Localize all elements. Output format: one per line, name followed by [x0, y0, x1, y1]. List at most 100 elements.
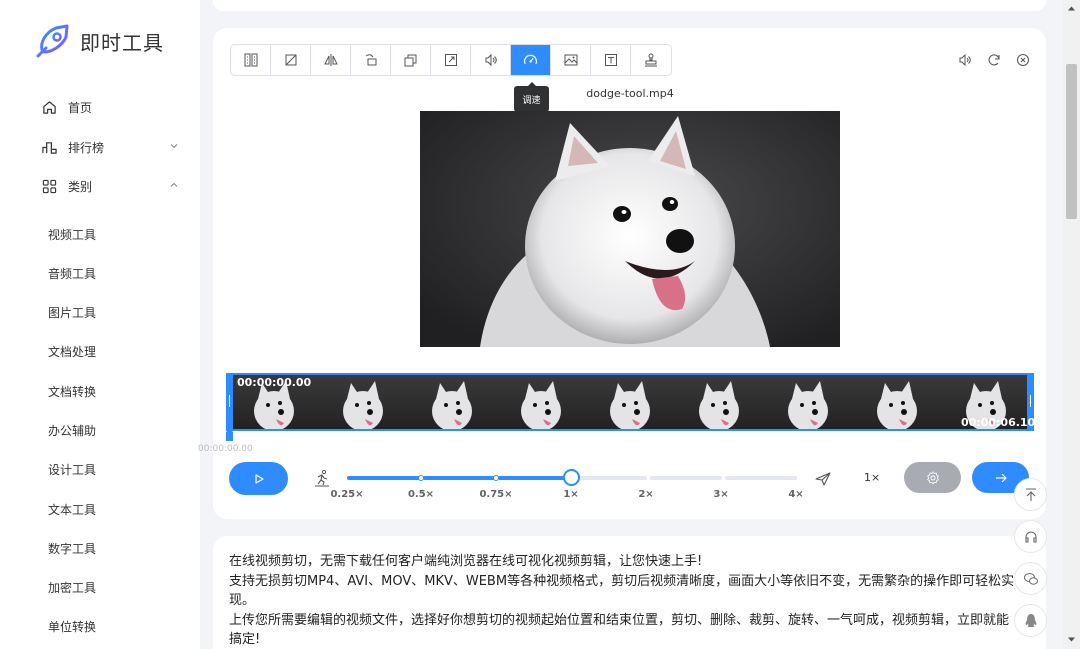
resize-icon	[404, 54, 416, 67]
customer-service-button[interactable]	[1014, 520, 1047, 553]
split-tool-button[interactable]	[231, 45, 271, 75]
category-item-encryption-tools[interactable]: 加密工具	[48, 579, 96, 596]
video-timeline[interactable]	[226, 373, 1034, 431]
close-icon[interactable]	[1015, 52, 1031, 68]
back-to-top-icon	[1025, 487, 1036, 501]
rocket-logo-icon	[36, 24, 69, 58]
rotate-tool-button[interactable]	[351, 45, 391, 75]
export-icon	[444, 54, 457, 66]
speed-option-label[interactable]: 2×	[638, 489, 653, 500]
app-title: 即时工具	[80, 30, 164, 55]
resize-tool-button[interactable]	[391, 45, 431, 75]
speed-segment	[498, 476, 572, 480]
ranking-icon	[40, 138, 58, 156]
play-icon	[254, 473, 264, 484]
category-item-unit-conversion[interactable]: 单位转换	[48, 618, 96, 635]
description-line: 上传您所需要编辑的视频文件，选择好你想剪切的视频起始位置和结束位置，剪切、删除、…	[229, 612, 1010, 648]
current-speed-readout: 1×	[864, 471, 881, 484]
timeline-frame	[406, 375, 495, 429]
image-icon	[564, 54, 577, 66]
speed-tool-button[interactable]	[511, 45, 551, 75]
volume-tool-button[interactable]	[471, 45, 511, 75]
sidebar: 即时工具 首页 排行榜 类别 视频工具 音频工具 图片工具 文档处理 文档转换 …	[0, 0, 200, 649]
timeline-frame	[584, 375, 673, 429]
timeline-frame	[851, 375, 940, 429]
scroll-down-arrow-icon[interactable]	[1067, 635, 1076, 644]
category-item-number-tools[interactable]: 数字工具	[48, 540, 96, 557]
nav-item-category[interactable]: 类别	[40, 172, 185, 200]
stamp-icon	[645, 53, 657, 67]
refresh-icon[interactable]	[986, 52, 1002, 68]
speed-stop	[418, 475, 424, 481]
speed-option-label[interactable]: 3×	[713, 489, 728, 500]
crop-tool-button[interactable]	[271, 45, 311, 75]
chevron-up-icon	[170, 182, 178, 187]
volume-icon[interactable]	[957, 52, 973, 68]
export-tool-button[interactable]	[431, 45, 471, 75]
timeline-frame	[762, 375, 851, 429]
nav-item-label: 排行榜	[68, 140, 105, 155]
wechat-icon	[1023, 572, 1038, 585]
top-card	[213, 0, 1046, 11]
category-item-text-tools[interactable]: 文本工具	[48, 501, 96, 518]
speed-option-label[interactable]: 0.5×	[408, 489, 434, 500]
category-item-document-conversion[interactable]: 文档转换	[48, 383, 96, 400]
timeline-frame	[673, 375, 762, 429]
speed-segment	[725, 476, 797, 480]
stamp-tool-button[interactable]	[631, 45, 671, 75]
description-line: 在线视频剪切，无需下载任何客户端纯浏览器在线可视化视频剪辑，让您快速上手!	[229, 554, 703, 569]
home-icon	[40, 98, 58, 116]
back-to-top-button[interactable]	[1014, 478, 1047, 511]
headset-icon	[1024, 531, 1037, 543]
speed-slider-thumb[interactable]	[563, 469, 580, 486]
fast-speed-icon	[815, 472, 831, 486]
category-item-design-tools[interactable]: 设计工具	[48, 461, 96, 478]
arrow-right-icon	[995, 473, 1007, 482]
category-item-audio-tools[interactable]: 音频工具	[48, 265, 96, 282]
split-icon	[244, 53, 257, 67]
speed-segment	[423, 476, 495, 480]
text-tool-button[interactable]	[591, 45, 631, 75]
nav-item-label: 类别	[68, 179, 93, 194]
scrollbar-thumb[interactable]	[1066, 64, 1077, 219]
category-item-office-assist[interactable]: 办公辅助	[48, 422, 96, 439]
nav-item-home[interactable]: 首页	[40, 93, 185, 121]
speed-option-label[interactable]: 1×	[563, 489, 578, 500]
speed-option-label[interactable]: 0.25×	[330, 489, 363, 500]
play-button[interactable]	[229, 462, 288, 495]
category-item-image-tools[interactable]: 图片工具	[48, 304, 96, 321]
logo[interactable]: 即时工具	[36, 24, 164, 58]
timeline-start-time: 00:00:00.00	[237, 376, 312, 389]
dog-video-frame	[420, 111, 840, 347]
speed-option-label[interactable]: 4×	[788, 489, 803, 500]
scroll-up-arrow-icon[interactable]	[1067, 4, 1076, 13]
nav-item-ranking[interactable]: 排行榜	[40, 133, 185, 161]
flip-icon	[323, 54, 338, 66]
image-tool-button[interactable]	[551, 45, 591, 75]
speed-tooltip: 调速	[514, 82, 549, 112]
description-line: 支持无损剪切MP4、AVI、MOV、MKV、WEBM等各种视频格式，剪切后视频清…	[229, 573, 1015, 609]
editor-toolbar	[230, 44, 672, 76]
timeline-frame	[495, 375, 584, 429]
playhead[interactable]	[226, 431, 233, 441]
rotate-icon	[365, 54, 376, 66]
page-scrollbar[interactable]	[1063, 0, 1080, 649]
speed-settings-button[interactable]	[904, 462, 961, 493]
video-preview[interactable]	[420, 111, 840, 347]
speed-option-label[interactable]: 0.75×	[479, 489, 512, 500]
wechat-button[interactable]	[1014, 562, 1047, 595]
trim-start-handle[interactable]	[226, 373, 233, 431]
speed-stop	[493, 475, 499, 481]
category-icon	[40, 177, 58, 195]
qq-button[interactable]	[1014, 604, 1047, 637]
player-actions	[957, 52, 1031, 68]
flip-tool-button[interactable]	[311, 45, 351, 75]
volume-icon	[485, 53, 497, 67]
speed-segment	[575, 476, 647, 480]
category-item-video-tools[interactable]: 视频工具	[48, 226, 96, 243]
text-icon	[604, 54, 617, 66]
speed-icon	[524, 54, 537, 64]
timeline-end-time: 00:00:06.10	[961, 416, 1036, 429]
speed-segment	[347, 476, 420, 480]
category-item-document-processing[interactable]: 文档处理	[48, 343, 96, 360]
